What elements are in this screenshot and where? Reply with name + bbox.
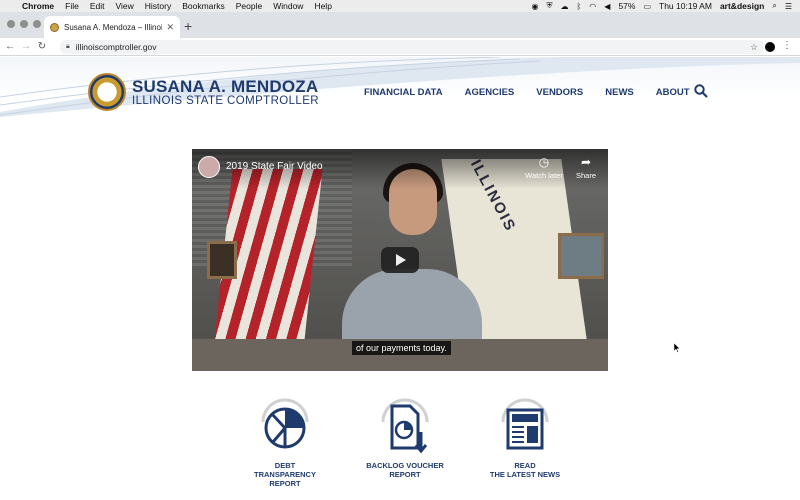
site-favicon: [50, 22, 59, 32]
quick-link-label: BACKLOG VOUCHER REPORT: [365, 461, 445, 479]
illinois-seal-logo[interactable]: [88, 73, 126, 111]
menu-history[interactable]: History: [145, 1, 171, 11]
quick-link-debt-transparency[interactable]: DEBT TRANSPARENCY REPORT: [245, 398, 325, 488]
menu-help[interactable]: Help: [314, 1, 331, 11]
back-icon[interactable]: ←: [4, 41, 16, 52]
close-window-button[interactable]: [7, 20, 15, 28]
watch-later-label: Watch later: [525, 171, 563, 180]
share-label: Share: [575, 171, 596, 180]
menubar-user[interactable]: art&design: [720, 1, 764, 11]
nav-agencies[interactable]: AGENCIES: [465, 87, 515, 98]
lock-icon[interactable]: 🔒︎: [66, 43, 70, 51]
quick-link-line1: DEBT TRANSPARENCY: [254, 461, 316, 479]
close-tab-icon[interactable]: ✕: [166, 22, 174, 33]
new-tab-button[interactable]: +: [184, 18, 192, 34]
browser-tab-strip: Susana A. Mendoza – Illinois St ✕ +: [0, 12, 800, 38]
share-arrow-icon: ➦: [580, 155, 592, 169]
quick-link-line2: THE LATEST NEWS: [489, 470, 561, 479]
nav-news[interactable]: NEWS: [605, 87, 634, 98]
menu-app-chrome[interactable]: Chrome: [22, 1, 54, 11]
mouse-pointer-icon: [674, 343, 680, 353]
brand-name[interactable]: SUSANA A. MENDOZA: [132, 77, 318, 97]
picture-frame-left: [207, 241, 237, 279]
spotlight-search-icon[interactable]: ⌕: [772, 1, 776, 11]
shield-icon[interactable]: ⛨: [546, 1, 552, 11]
menubar-status-area: ◉ ⛨ ☁ ᛒ ◠ ◀ 57% ▭ Thu 10:19 AM art&desig…: [532, 1, 800, 11]
play-button[interactable]: [381, 247, 419, 273]
bluetooth-icon[interactable]: ᛒ: [576, 2, 581, 11]
document-download-icon: [381, 398, 429, 454]
battery-percentage: 57%: [618, 1, 636, 11]
wifi-icon[interactable]: ◠: [589, 2, 596, 11]
menu-people[interactable]: People: [236, 1, 262, 11]
record-icon[interactable]: ◉: [532, 2, 539, 11]
video-title[interactable]: 2019 State Fair Video: [226, 161, 323, 172]
quick-link-label: READ THE LATEST NEWS: [485, 461, 565, 479]
bookmark-star-icon[interactable]: ☆: [750, 42, 758, 53]
quick-link-line2: REPORT: [389, 470, 421, 479]
quick-link-latest-news[interactable]: READ THE LATEST NEWS: [485, 398, 565, 488]
quick-link-label: DEBT TRANSPARENCY REPORT: [245, 461, 325, 488]
nav-vendors[interactable]: VENDORS: [536, 87, 583, 98]
menu-edit[interactable]: Edit: [90, 1, 105, 11]
menu-view[interactable]: View: [115, 1, 133, 11]
reload-icon[interactable]: ↻: [36, 41, 48, 52]
video-player[interactable]: ILLINOIS 2019 State Fair Video ◷ Watch l…: [192, 149, 608, 371]
quick-link-backlog-voucher[interactable]: BACKLOG VOUCHER REPORT: [365, 398, 445, 488]
battery-icon[interactable]: ▭: [643, 2, 651, 11]
control-center-icon[interactable]: ☰: [785, 2, 792, 11]
cloud-icon[interactable]: ☁: [560, 2, 568, 11]
chrome-menu-icon[interactable]: ⋮: [782, 40, 792, 51]
site-navigation: FINANCIAL DATA AGENCIES VENDORS NEWS ABO…: [364, 87, 690, 98]
minimize-window-button[interactable]: [20, 20, 28, 28]
video-caption: of our payments today.: [352, 341, 451, 355]
quick-links: DEBT TRANSPARENCY REPORT BACKLOG VOUCHER…: [245, 398, 565, 488]
share-button[interactable]: ➦ Share: [564, 155, 608, 180]
brand-subtitle[interactable]: ILLINOIS STATE COMPTROLLER: [132, 95, 319, 107]
menu-file[interactable]: File: [65, 1, 79, 11]
menu-bookmarks[interactable]: Bookmarks: [182, 1, 225, 11]
browser-tab-active[interactable]: Susana A. Mendoza – Illinois St ✕: [44, 16, 180, 38]
pie-chart-icon: [261, 398, 309, 449]
zoom-window-button[interactable]: [33, 20, 41, 28]
macos-menubar: Chrome File Edit View History Bookmarks …: [0, 0, 800, 12]
nav-financial-data[interactable]: FINANCIAL DATA: [364, 87, 443, 98]
menu-window[interactable]: Window: [273, 1, 303, 11]
nav-about[interactable]: ABOUT: [656, 87, 690, 98]
quick-link-line1: READ: [514, 461, 536, 470]
menubar-clock[interactable]: Thu 10:19 AM: [659, 1, 712, 11]
channel-avatar[interactable]: [198, 156, 220, 178]
picture-frame-right: [558, 233, 604, 279]
forward-icon[interactable]: →: [20, 41, 32, 52]
newspaper-icon: [501, 398, 549, 450]
browser-toolbar: ← → ↻ 🔒︎ illinoiscomptroller.gov ☆ ⋮: [0, 38, 800, 56]
clock-icon: ◷: [538, 155, 550, 169]
address-bar[interactable]: 🔒︎ illinoiscomptroller.gov ☆: [60, 40, 764, 54]
watch-later-button[interactable]: ◷ Watch later: [522, 155, 566, 180]
site-header: SUSANA A. MENDOZA ILLINOIS STATE COMPTRO…: [0, 57, 800, 117]
window-controls: [7, 20, 41, 28]
profile-avatar[interactable]: [765, 42, 775, 52]
search-icon[interactable]: [694, 84, 708, 98]
quick-link-line2: REPORT: [269, 479, 301, 488]
url-text[interactable]: illinoiscomptroller.gov: [76, 42, 157, 52]
volume-icon[interactable]: ◀: [604, 2, 610, 11]
tab-title: Susana A. Mendoza – Illinois St: [64, 22, 162, 32]
quick-link-line1: BACKLOG VOUCHER: [366, 461, 444, 470]
